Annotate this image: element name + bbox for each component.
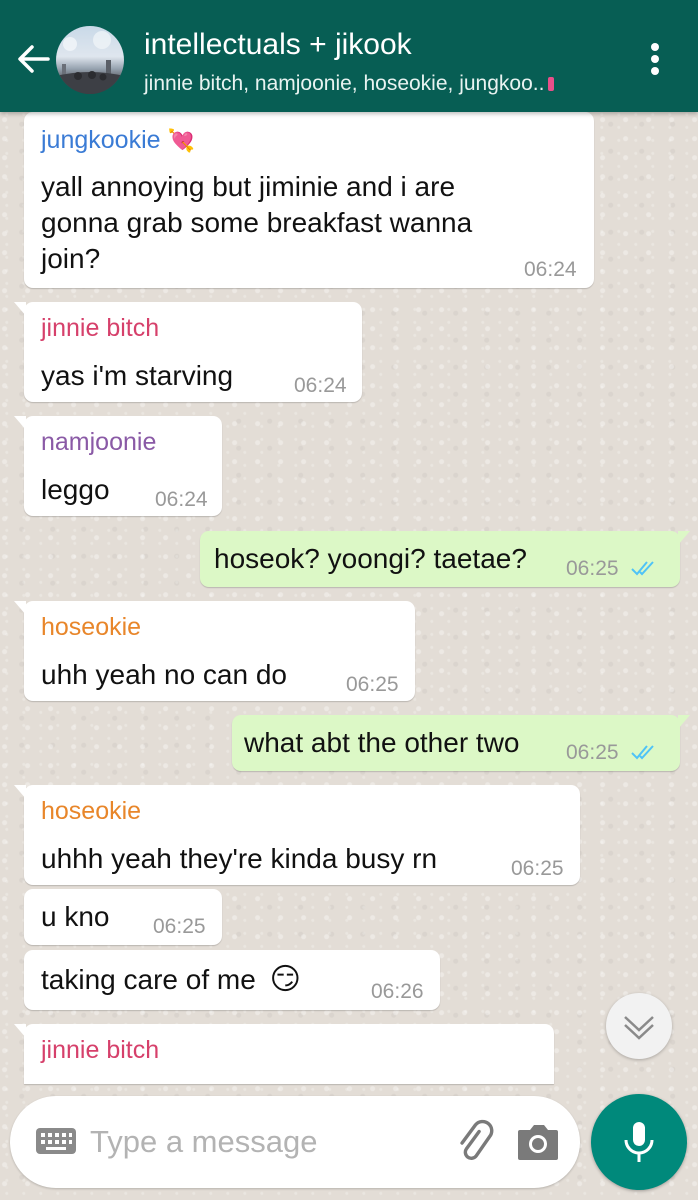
message-bubble[interactable]: namjoonie leggo 06:24 <box>14 416 222 516</box>
message-sender: hoseokie <box>41 797 142 825</box>
sender-name: jungkookie <box>41 126 161 154</box>
message-time: 06:24 <box>294 374 347 397</box>
camera-button[interactable] <box>514 1120 562 1164</box>
message-text-content: taking care of me <box>41 964 256 995</box>
message-composer: Type a message <box>10 1096 580 1188</box>
keyboard-button[interactable] <box>34 1124 78 1160</box>
message-text: taking care of me 😏 <box>41 962 301 998</box>
message-text-line: join? <box>41 243 101 274</box>
message-time: 06:25 <box>346 673 399 696</box>
arrow-left-icon <box>18 45 50 73</box>
camera-icon <box>518 1125 558 1160</box>
menu-button[interactable] <box>640 38 670 80</box>
message-sender: hoseokie <box>41 613 142 641</box>
attach-button[interactable] <box>450 1118 498 1166</box>
chat-title[interactable]: intellectuals + jikook <box>144 28 412 62</box>
message-time: 06:25 <box>566 557 619 580</box>
avatar-image <box>56 31 124 94</box>
chevron-double-down-icon <box>624 1016 654 1040</box>
message-time: 06:24 <box>524 258 577 281</box>
keyboard-icon <box>36 1128 76 1154</box>
message-bubble[interactable]: jinnie bitch yas i'm starving 06:24 <box>14 302 362 402</box>
message-bubble[interactable]: hoseokie uhh yeah no can do 06:25 <box>14 601 415 701</box>
microphone-icon <box>624 1122 654 1162</box>
chat-participants[interactable]: jinnie bitch, namjoonie, hoseokie, jungk… <box>144 72 555 96</box>
message-bubble[interactable]: jinnie bitch <box>14 1024 554 1084</box>
message-time: 06:24 <box>155 488 208 511</box>
message-time: 06:25 <box>566 741 619 764</box>
smirk-emoji: 😏 <box>269 963 301 996</box>
message-text: hoseok? yoongi? taetae? <box>214 543 527 574</box>
message-text-line: gonna grab some breakfast wanna <box>41 207 473 238</box>
message-bubble[interactable]: u kno 06:25 <box>24 889 222 945</box>
message-sender: jinnie bitch <box>41 1036 160 1064</box>
message-text: uhh yeah no can do <box>41 659 287 690</box>
message-text: uhhh yeah they're kinda busy rn <box>41 843 438 874</box>
bubble-tail <box>14 416 26 430</box>
message-bubble[interactable]: jungkookie 💘 yall annoying but jiminie a… <box>24 112 594 288</box>
paperclip-icon <box>460 1119 494 1160</box>
heart-arrow-emoji: 💘 <box>167 128 195 153</box>
bubble-tail <box>14 785 26 799</box>
message-bubble[interactable]: taking care of me 😏 06:26 <box>24 950 440 1010</box>
message-sender: jinnie bitch <box>41 314 160 342</box>
bubble-tail <box>14 302 26 316</box>
bubble-tail <box>14 601 26 615</box>
message-text: what abt the other two <box>244 727 520 758</box>
bubble-tail <box>678 531 690 545</box>
double-check-icon <box>631 561 654 576</box>
message-time: 06:25 <box>511 857 564 880</box>
bubble-tail <box>14 1024 26 1038</box>
message-text: u kno <box>41 901 110 932</box>
bubble-tail <box>678 715 690 729</box>
voice-message-button[interactable] <box>591 1094 687 1190</box>
message-text-line: yall annoying but jiminie and i are <box>41 171 456 202</box>
chat-header: intellectuals + jikook jinnie bitch, nam… <box>0 0 698 112</box>
candy-icon <box>548 77 555 92</box>
scroll-to-bottom-button[interactable] <box>606 993 672 1059</box>
back-button[interactable] <box>12 38 54 80</box>
message-time: 06:26 <box>371 980 424 1003</box>
message-bubble[interactable]: hoseokie uhhh yeah they're kinda busy rn… <box>14 785 580 885</box>
message-text: leggo <box>41 474 110 505</box>
outgoing-message-bubble[interactable]: what abt the other two 06:25 <box>232 715 690 771</box>
more-vert-icon <box>651 43 659 75</box>
message-input[interactable]: Type a message <box>90 1124 317 1160</box>
message-text: yall annoying but jiminie and i are gonn… <box>41 169 472 277</box>
chat-participants-text: jinnie bitch, namjoonie, hoseokie, jungk… <box>144 72 545 95</box>
outgoing-message-bubble[interactable]: hoseok? yoongi? taetae? 06:25 <box>200 531 690 587</box>
double-check-icon <box>631 745 654 760</box>
group-avatar[interactable] <box>56 26 124 94</box>
message-time: 06:25 <box>153 915 206 938</box>
message-sender: namjoonie <box>41 428 157 456</box>
message-text: yas i'm starving <box>41 360 234 391</box>
message-sender: jungkookie 💘 <box>41 126 195 155</box>
